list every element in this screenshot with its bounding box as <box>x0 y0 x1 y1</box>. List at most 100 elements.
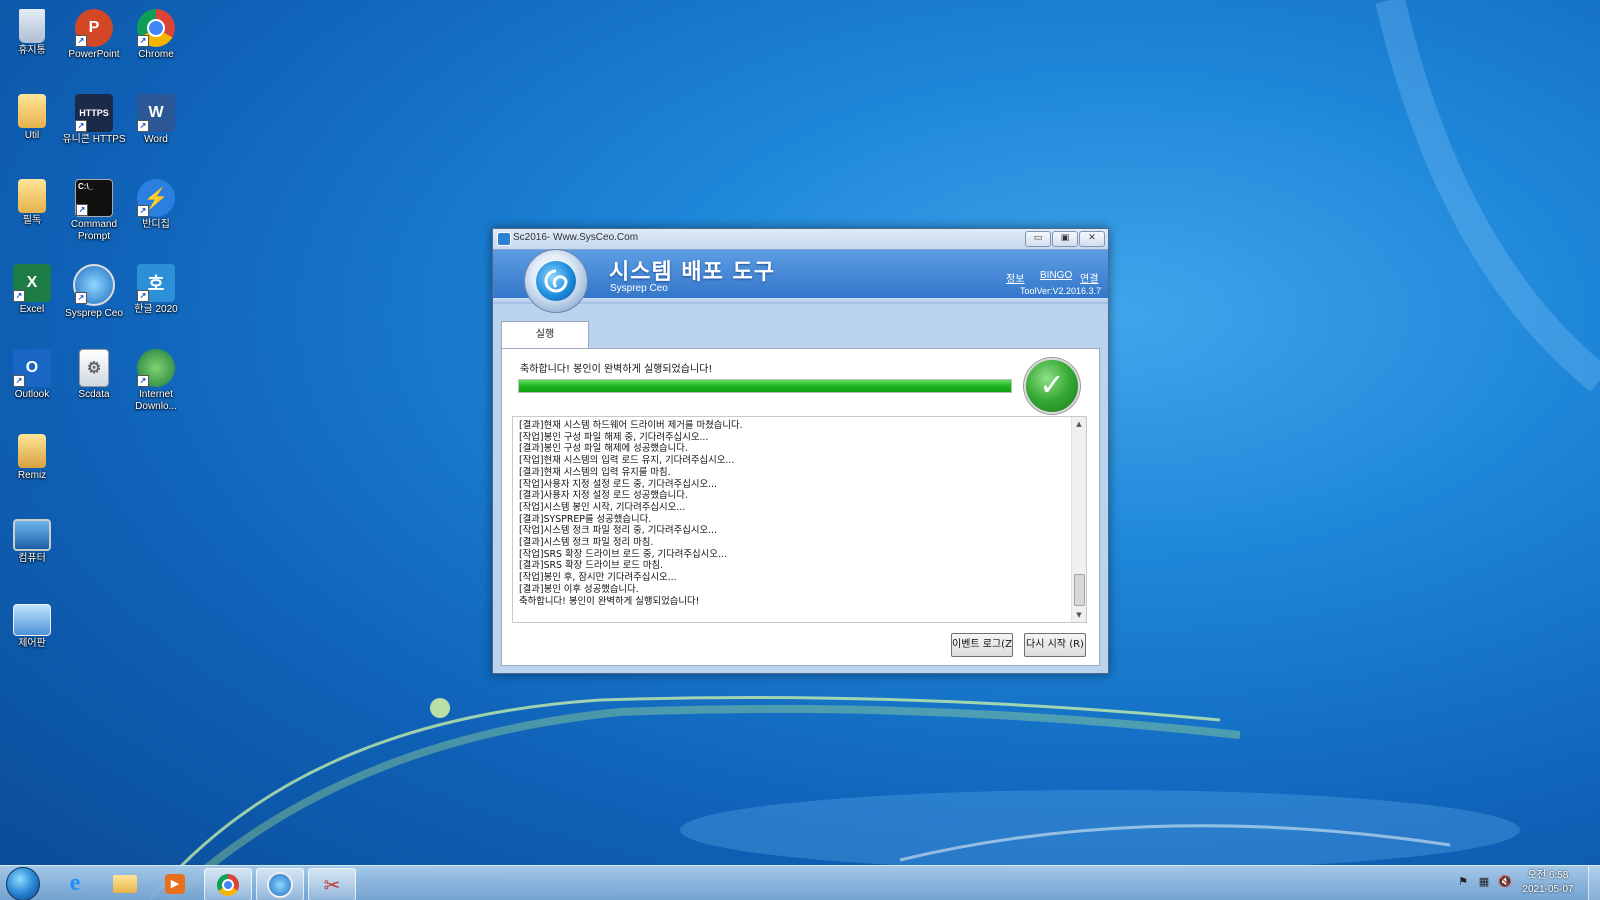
bandizip-icon: ⚡ ↗ <box>137 179 175 217</box>
desktop-icon-excel[interactable]: X ↗ Excel <box>0 260 64 340</box>
desktop-icon-powerpoint[interactable]: P ↗ PowerPoint <box>62 5 126 85</box>
powerpoint-icon: P ↗ <box>75 9 113 47</box>
sysprep-ceo-icon: ↗ <box>73 264 115 306</box>
log-line: [결과]시스템 정크 파일 정리 마침. <box>519 537 654 549</box>
logo-swirl <box>536 261 576 301</box>
desktop-icon-unicorn-https[interactable]: HTTPS ↗ 유니콘 HTTPS <box>62 90 126 170</box>
desktop-icon-chrome[interactable]: ↗ Chrome <box>124 5 188 85</box>
scroll-up-icon[interactable]: ▲ <box>1072 417 1086 431</box>
desktop-icon-label: Command Prompt <box>70 219 118 242</box>
start-button[interactable] <box>6 867 40 900</box>
app-subtitle: Sysprep Ceo <box>610 283 668 294</box>
media-player-icon: ▶ <box>165 873 185 894</box>
log-line: [결과]현재 시스템의 입력 유지를 마침. <box>519 466 671 478</box>
log-line: [결과]봉인 이후 성공했습니다. <box>519 583 639 595</box>
desktop-icon-computer[interactable]: 컴퓨터 <box>0 515 64 595</box>
word-icon: W ↗ <box>137 94 175 132</box>
log-line: [작업]현재 시스템의 입력 로드 유지, 기다려주십시오... <box>519 455 735 467</box>
excel-icon: X ↗ <box>13 264 51 302</box>
control-panel-icon <box>13 604 51 636</box>
bingo-link[interactable]: BINGO <box>1040 270 1072 281</box>
taskbar-sysprep-ceo[interactable] <box>256 868 304 900</box>
log-scrollbar[interactable]: ▲ ▼ <box>1071 417 1086 622</box>
volume-muted-icon[interactable]: 🔇 <box>1498 875 1512 889</box>
log-line: [작업]사용자 지정 설정 로드 중, 기다려주십시오... <box>519 478 718 490</box>
log-line: [작업]봉인 후, 잠시만 기다려주십시오... <box>519 572 677 584</box>
desktop-icon-sysprep-ceo[interactable]: ↗ Sysprep Ceo <box>62 260 126 340</box>
progress-fill <box>519 380 1011 392</box>
recycle-bin-icon <box>19 9 45 43</box>
event-log-button[interactable]: 이벤트 로그(Z) <box>951 633 1013 657</box>
banner-stripe <box>493 298 1108 304</box>
window-title: Sc2016- Www.SysCeo.Com <box>513 232 639 243</box>
desktop-icon-label: Internet Downlo... <box>135 389 177 412</box>
desktop-icon-recycle-bin[interactable]: 휴지통 <box>0 5 64 85</box>
desktop-icon-hangul[interactable]: 호 ↗ 한글 2020 <box>124 260 188 340</box>
success-check-icon: ✓ <box>1024 358 1080 414</box>
chrome-icon <box>217 873 239 896</box>
desktop-icon-label: PowerPoint <box>68 49 120 60</box>
desktop-icon-label: 한글 2020 <box>134 304 178 315</box>
log-line: [결과]SYSPREP를 성공했습니다. <box>519 513 652 525</box>
clock[interactable]: 오전 6:58 2021-05-07 <box>1518 869 1578 897</box>
desktop: 휴지통 Util 필독 X ↗ Excel O ↗ Outlook Remiz 컴퓨… <box>0 0 1600 900</box>
connect-link[interactable]: 연결 <box>1080 270 1098 285</box>
action-center-flag-icon[interactable]: ⚑ <box>1456 875 1470 889</box>
network-icon[interactable]: ▦ <box>1477 875 1491 889</box>
remiz-folder-icon <box>18 434 46 468</box>
log-line: [결과]현재 시스템 하드웨어 드라이버 제거를 마쳤습니다. <box>519 420 743 431</box>
minimize-button[interactable]: ▭ <box>1025 231 1051 247</box>
desktop-icon-label: 필독 <box>22 215 42 226</box>
desktop-icon-pildok[interactable]: 필독 <box>0 175 64 255</box>
desktop-icon-word[interactable]: W ↗ Word <box>124 90 188 170</box>
taskbar: e ▶ ✂ ⚑ ▦ 🔇 오전 6:58 2021-05-07 <box>0 865 1600 900</box>
log-line: [작업]SRS 확장 드라이브 로드 중, 기다려주십시오... <box>519 548 727 560</box>
desktop-icon-outlook[interactable]: O ↗ Outlook <box>0 345 64 425</box>
scroll-thumb[interactable] <box>1074 574 1085 606</box>
scroll-down-icon[interactable]: ▼ <box>1072 608 1086 622</box>
scissors-icon: ✂ <box>323 872 341 897</box>
desktop-icon-scdata[interactable]: ⚙ Scdata <box>62 345 126 425</box>
log-line: [작업]시스템 봉인 시작, 기다려주십시오... <box>519 501 686 513</box>
maximize-button[interactable]: ▣ <box>1052 231 1078 247</box>
info-link[interactable]: 정보 <box>1006 270 1024 285</box>
desktop-icon-label: Word <box>144 134 168 145</box>
folder-icon <box>18 179 46 213</box>
desktop-icon-label: Sysprep Ceo <box>65 308 123 319</box>
taskbar-snipping-tool[interactable]: ✂ <box>308 868 356 900</box>
show-desktop-button[interactable] <box>1588 866 1600 900</box>
desktop-icon-idm[interactable]: ↗ Internet Downlo... <box>124 345 188 425</box>
desktop-icon-remiz[interactable]: Remiz <box>0 430 64 510</box>
desktop-icon-label: Excel <box>19 304 45 315</box>
run-panel: 축하합니다! 봉인이 완벽하게 실행되었습니다! ✓ [결과]현재 시스템 하드… <box>501 348 1100 666</box>
desktop-icon-label: 컴퓨터 <box>18 553 46 564</box>
taskbar-explorer[interactable] <box>102 868 148 899</box>
desktop-icon-control-panel[interactable]: 제어판 <box>0 600 64 680</box>
desktop-icon-command-prompt[interactable]: C:\_ ↗ Command Prompt <box>62 175 126 255</box>
taskbar-chrome[interactable] <box>204 868 252 900</box>
desktop-icon-label: 유니콘 HTTPS <box>62 134 126 145</box>
desktop-icon-util[interactable]: Util <box>0 90 64 170</box>
close-button[interactable]: ✕ <box>1079 231 1105 247</box>
desktop-icon-bandizip[interactable]: ⚡ ↗ 반디집 <box>124 175 188 255</box>
computer-icon <box>13 519 51 551</box>
taskbar-media-player[interactable]: ▶ <box>152 868 198 899</box>
window-titlebar[interactable]: Sc2016- Www.SysCeo.Com ▭ ▣ ✕ <box>493 229 1108 250</box>
clock-date: 2021-05-07 <box>1522 884 1574 895</box>
restart-button[interactable]: 다시 시작 (R) <box>1024 633 1086 657</box>
scdata-icon: ⚙ <box>79 349 109 387</box>
log-line: [결과]SRS 확장 드라이브 로드 마침. <box>519 560 664 572</box>
log-line: [결과]봉인 구성 파일 해제에 성공했습니다. <box>519 443 688 455</box>
desktop-icon-label: Outlook <box>14 389 50 400</box>
log-lines: [결과]현재 시스템 하드웨어 드라이버 제거를 마쳤습니다. [작업]봉인 구성… <box>519 420 1069 607</box>
log-box[interactable]: [결과]현재 시스템 하드웨어 드라이버 제거를 마쳤습니다. [작업]봉인 구성… <box>512 416 1087 623</box>
folder-icon <box>18 94 46 128</box>
tab-run[interactable]: 실행 <box>501 321 589 349</box>
folder-icon <box>113 874 137 893</box>
hangul-2020-icon: 호 ↗ <box>137 264 175 302</box>
progress-bar <box>518 379 1012 393</box>
sysprep-ceo-window: Sc2016- Www.SysCeo.Com ▭ ▣ ✕ 시스템 배포 도구 S… <box>492 228 1109 674</box>
taskbar-ie[interactable]: e <box>52 868 98 899</box>
command-prompt-icon: C:\_ ↗ <box>75 179 113 217</box>
clock-time: 오전 6:58 <box>1527 870 1569 881</box>
